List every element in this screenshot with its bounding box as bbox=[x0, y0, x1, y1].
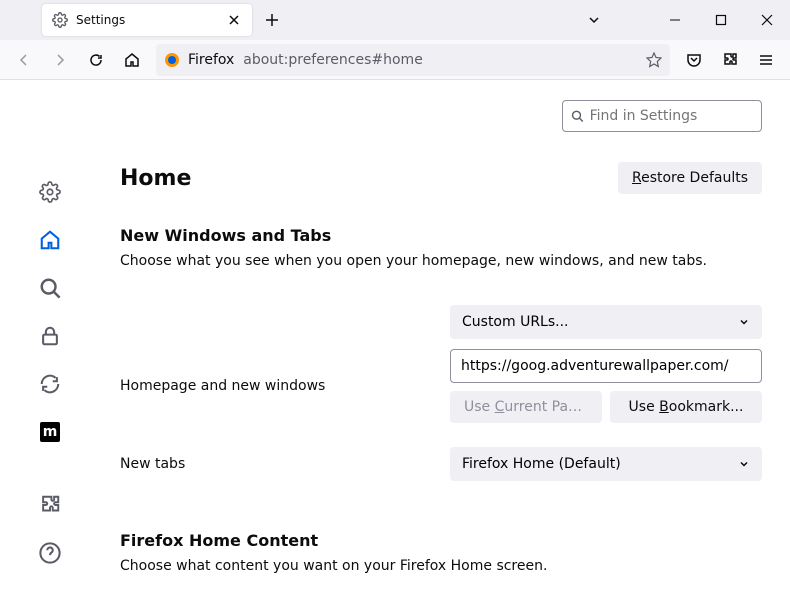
minimize-icon bbox=[669, 14, 681, 26]
minimize-button[interactable] bbox=[652, 0, 698, 40]
puzzle-icon bbox=[39, 494, 61, 516]
close-icon bbox=[761, 14, 773, 26]
pocket-button[interactable] bbox=[678, 44, 710, 76]
home-icon bbox=[39, 229, 61, 251]
new-tab-button[interactable] bbox=[258, 6, 286, 34]
tab-settings[interactable]: Settings bbox=[42, 4, 252, 36]
firefox-logo-icon bbox=[164, 52, 180, 68]
window-controls bbox=[652, 0, 790, 40]
gear-icon bbox=[52, 12, 68, 28]
puzzle-icon bbox=[722, 52, 738, 68]
reload-button[interactable] bbox=[80, 44, 112, 76]
home-icon bbox=[124, 52, 140, 68]
close-icon bbox=[228, 14, 240, 26]
homepage-select-value: Custom URLs... bbox=[462, 314, 569, 330]
gear-icon bbox=[39, 181, 61, 203]
sidebar-item-home[interactable] bbox=[30, 220, 70, 260]
newtabs-select[interactable]: Firefox Home (Default) bbox=[450, 447, 762, 481]
home-button[interactable] bbox=[116, 44, 148, 76]
search-icon bbox=[571, 109, 584, 123]
close-window-button[interactable] bbox=[744, 0, 790, 40]
search-icon bbox=[39, 277, 61, 299]
forward-button[interactable] bbox=[44, 44, 76, 76]
search-input[interactable] bbox=[590, 108, 753, 124]
content: m Home Restore Defaults New Windows and … bbox=[0, 80, 790, 601]
plus-icon bbox=[265, 13, 279, 27]
sidebar-item-extensions[interactable] bbox=[30, 485, 70, 525]
url-bar[interactable]: Firefox about:preferences#home bbox=[156, 44, 670, 76]
sync-icon bbox=[39, 373, 61, 395]
close-tab-button[interactable] bbox=[226, 12, 242, 28]
arrow-left-icon bbox=[16, 52, 32, 68]
pocket-icon bbox=[686, 52, 702, 68]
arrow-right-icon bbox=[52, 52, 68, 68]
newtabs-label: New tabs bbox=[120, 456, 450, 472]
sidebar-item-more[interactable]: m bbox=[30, 412, 70, 452]
homepage-select[interactable]: Custom URLs... bbox=[450, 305, 762, 339]
fhc-title: Firefox Home Content bbox=[120, 531, 762, 550]
main-panel: Home Restore Defaults New Windows and Ta… bbox=[100, 80, 790, 601]
newtabs-select-value: Firefox Home (Default) bbox=[462, 456, 621, 472]
toolbar: Firefox about:preferences#home bbox=[0, 40, 790, 80]
use-current-pages-button[interactable]: Use Current Pages bbox=[450, 391, 602, 423]
all-tabs-button[interactable] bbox=[580, 6, 608, 34]
reload-icon bbox=[88, 52, 104, 68]
section-title: New Windows and Tabs bbox=[120, 226, 762, 245]
bookmark-star-icon[interactable] bbox=[646, 52, 662, 68]
maximize-icon bbox=[715, 14, 727, 26]
app-menu-button[interactable] bbox=[750, 44, 782, 76]
extensions-button[interactable] bbox=[714, 44, 746, 76]
sidebar-item-privacy[interactable] bbox=[30, 316, 70, 356]
back-button[interactable] bbox=[8, 44, 40, 76]
fhc-desc: Choose what content you want on your Fir… bbox=[120, 558, 762, 574]
chevron-down-icon bbox=[587, 13, 601, 27]
sidebar-item-general[interactable] bbox=[30, 172, 70, 212]
section-desc: Choose what you see when you open your h… bbox=[120, 253, 762, 269]
use-bookmark-button[interactable]: Use Bookmark... bbox=[610, 391, 762, 423]
url-text: Firefox about:preferences#home bbox=[188, 52, 638, 68]
maximize-button[interactable] bbox=[698, 0, 744, 40]
sidebar-item-support[interactable] bbox=[30, 533, 70, 573]
sidebar-item-sync[interactable] bbox=[30, 364, 70, 404]
chevron-down-icon bbox=[738, 458, 750, 470]
tab-title: Settings bbox=[76, 13, 218, 27]
m-icon: m bbox=[40, 422, 60, 442]
restore-defaults-button[interactable]: Restore Defaults bbox=[618, 162, 762, 194]
sidebar: m bbox=[0, 80, 100, 601]
sidebar-item-search[interactable] bbox=[30, 268, 70, 308]
find-in-settings[interactable] bbox=[562, 100, 762, 132]
hamburger-icon bbox=[758, 52, 774, 68]
page-title: Home bbox=[120, 166, 191, 191]
question-icon bbox=[39, 542, 61, 564]
homepage-label: Homepage and new windows bbox=[120, 378, 450, 394]
homepage-url-input[interactable] bbox=[450, 349, 762, 383]
lock-icon bbox=[39, 325, 61, 347]
chevron-down-icon bbox=[738, 316, 750, 328]
